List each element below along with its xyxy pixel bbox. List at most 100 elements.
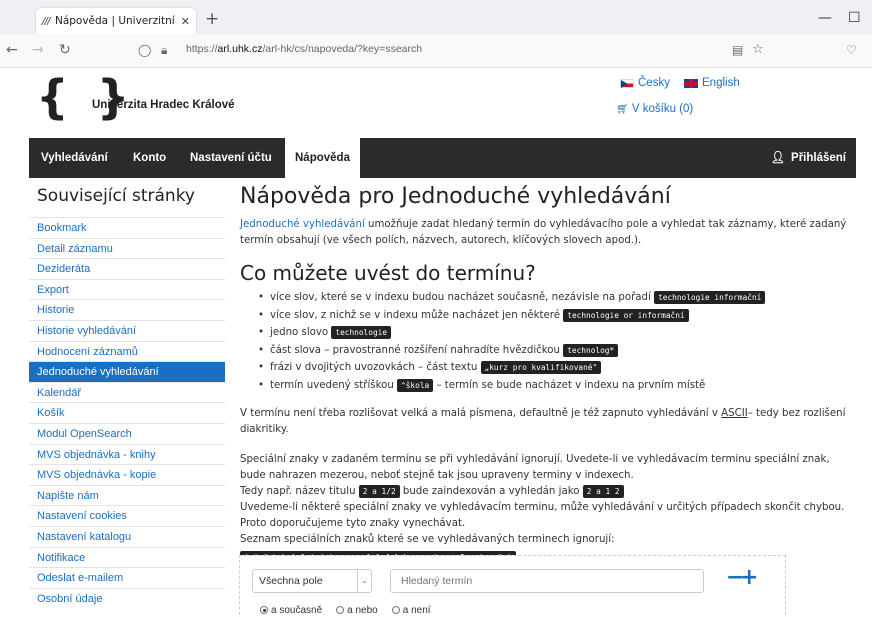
back-icon[interactable]: ← (6, 42, 18, 58)
term-option-text: více slov, které se v indexu budou nachá… (270, 292, 655, 303)
new-tab-icon[interactable]: + (205, 9, 219, 29)
term-option-item: frázi v dvojitých uvozovkách – část text… (258, 359, 850, 377)
term-option-code: ^škola (397, 378, 434, 392)
lock-icon[interactable]: 🔒︎ (161, 43, 167, 58)
user-icon: 👤︎ (770, 152, 786, 164)
operator-radios: a současně a nebo a není (260, 605, 431, 616)
sidebar-item[interactable]: Detail záznamu (29, 237, 225, 259)
radio-icon (391, 606, 400, 614)
reload-icon[interactable]: ↻ (59, 42, 71, 58)
term-option-item: více slov, z nichž se v indexu může nach… (258, 307, 850, 325)
menu-account-settings[interactable]: Nastavení účtu (190, 138, 272, 178)
term-option-text: frázi v dvojitých uvozovkách – část text… (270, 362, 481, 373)
pocket-icon[interactable]: ♡ (846, 43, 857, 57)
chevron-down-icon: ⌄ (357, 570, 371, 592)
sidebar-item[interactable]: Košík (29, 402, 225, 423)
sidebar-list: Bookmark Detail záznamu Dezideráta Export Hi… (29, 217, 225, 608)
menu-help[interactable]: Nápověda (285, 138, 360, 178)
sidebar-item[interactable]: Jednoduché vyhledávání (29, 361, 225, 382)
sidebar-item[interactable]: Osobní údaje (29, 587, 225, 609)
field-select[interactable]: Všechna pole ⌄ (252, 569, 372, 593)
add-row-button[interactable]: + (740, 565, 758, 590)
close-tab-icon[interactable]: ✕ (181, 15, 190, 28)
term-option-item: termín uvedený stříškou ^škola – termín … (258, 377, 850, 395)
url-path: /arl-hk/cs/napoveda/?key=ssearch (262, 43, 423, 55)
sidebar-item[interactable]: Historie (29, 299, 225, 320)
radio-and-label: a současně (271, 605, 323, 616)
radio-checked-icon (260, 606, 268, 614)
tab-title: Nápověda | Univerzitní knihovn (54, 15, 177, 27)
uhk-favicon-icon: /// (42, 15, 51, 27)
browser-nav-bar: ← → ↻ ◯ 🔒︎ https://arl.uhk.cz/arl-hk/cs/… (0, 34, 872, 68)
bookmark-star-icon[interactable]: ☆ (752, 42, 764, 57)
minimize-icon[interactable]: — (818, 10, 832, 26)
sidebar-item[interactable]: Odeslat e-mailem (29, 567, 225, 588)
special-paragraph-2: Tedy např. název titulu 2 a 1/2 bude zai… (240, 484, 850, 500)
forward-icon[interactable]: → (32, 42, 44, 58)
logo-text[interactable]: Univerzita Hradec Králové (92, 99, 235, 111)
radio-or-label: a nebo (347, 605, 378, 616)
sidebar-item[interactable]: MVS objednávka - knihy (29, 443, 225, 465)
url-prefix: https:// (186, 43, 218, 55)
example-code-2: 2 a 1 2 (582, 485, 624, 498)
sidebar-item[interactable]: Notifikace (29, 546, 225, 568)
term-option-text: jedno slovo (270, 327, 332, 338)
example-code-1: 2 a 1/2 (358, 485, 400, 498)
search-input[interactable] (390, 569, 704, 593)
search-form: Všechna pole ⌄ − + a současně a nebo a n… (239, 555, 786, 617)
page-title: Nápověda pro Jednoduché vyhledávání (240, 184, 671, 209)
sidebar-item[interactable]: Historie vyhledávání (29, 319, 225, 341)
term-option-after: – termín se bude nacházet v indexu na pr… (433, 379, 706, 391)
radio-not[interactable]: a není (391, 605, 431, 616)
uk-flag-icon (684, 78, 698, 88)
sidebar-item[interactable]: Bookmark (29, 217, 225, 238)
term-options-list: více slov, které se v indexu budou nachá… (258, 289, 850, 394)
term-option-code: „kurz pro kvalifikované" (480, 361, 602, 374)
radio-and[interactable]: a současně (260, 605, 322, 616)
lang-english-link[interactable]: English (684, 77, 740, 89)
term-option-item: jedno slovo technologie (258, 324, 850, 342)
address-bar[interactable]: https://arl.uhk.cz/arl-hk/cs/napoveda/?k… (186, 43, 422, 55)
browser-tab[interactable]: /// Nápověda | Univerzitní knihovn ✕ (36, 8, 196, 34)
sidebar-item[interactable]: Export (29, 278, 225, 300)
lang-czech-link[interactable]: Česky (620, 77, 670, 89)
cart-label: V košíku (0) (631, 103, 694, 115)
menu-account[interactable]: Konto (133, 138, 166, 178)
term-option-item: část slova – pravostranné rozšíření nahr… (258, 342, 850, 360)
field-select-value: Všechna pole (259, 575, 323, 587)
intro-link[interactable]: Jednoduché vyhledávání (240, 219, 365, 230)
term-option-code: technologie (331, 326, 392, 339)
lang-en-label: English (702, 77, 740, 89)
sidebar-item[interactable]: Kalendář (29, 381, 225, 403)
shield-icon[interactable]: ◯ (138, 43, 151, 57)
maximize-icon[interactable]: ☐ (848, 10, 861, 26)
lang-cs-label: Česky (638, 77, 670, 89)
special-paragraph-3: Uvedeme-li některé speciální znaky ve vy… (240, 502, 845, 529)
czech-flag-icon (620, 78, 634, 88)
sidebar-item[interactable]: Hodnocení záznamů (29, 340, 225, 362)
sidebar-item[interactable]: Nastavení katalogu (29, 525, 225, 547)
sidebar-item[interactable]: Dezideráta (29, 258, 225, 279)
menu-search[interactable]: Vyhledávání (41, 138, 108, 178)
term-option-code: technologie or informační (563, 308, 689, 322)
sidebar-title: Související stránky (37, 186, 195, 206)
sidebar-item[interactable]: MVS objednávka - kopie (29, 464, 225, 485)
section-title: Co můžete uvést do termínu? (240, 261, 536, 285)
radio-or[interactable]: a nebo (336, 605, 378, 616)
reader-view-icon[interactable]: ▤ (732, 43, 743, 57)
term-option-text: termín uvedený stříškou (270, 379, 398, 391)
ascii-abbr: ASCII (721, 408, 748, 419)
main-menu: Vyhledávání Konto Nastavení účtu Nápověd… (29, 138, 856, 178)
special-2a: Tedy např. název titulu (240, 486, 359, 497)
uhk-logo-icon[interactable]: { } (36, 74, 136, 120)
radio-not-label: a není (402, 605, 431, 616)
sidebar-item[interactable]: Nastavení cookies (29, 505, 225, 526)
case-text-1: V termínu není třeba rozlišovat velká a … (240, 408, 722, 419)
term-option-code: technologie informační (654, 291, 766, 304)
cart-link[interactable]: 🛒︎ V košíku (0) (616, 103, 693, 115)
term-option-item: více slov, které se v indexu budou nachá… (258, 289, 850, 307)
sidebar-item[interactable]: Napište nám (29, 484, 225, 506)
case-paragraph: V termínu není třeba rozlišovat velká a … (240, 406, 850, 438)
login-link[interactable]: 👤︎ Přihlášení (770, 138, 846, 178)
sidebar-item[interactable]: Modul OpenSearch (29, 422, 225, 444)
